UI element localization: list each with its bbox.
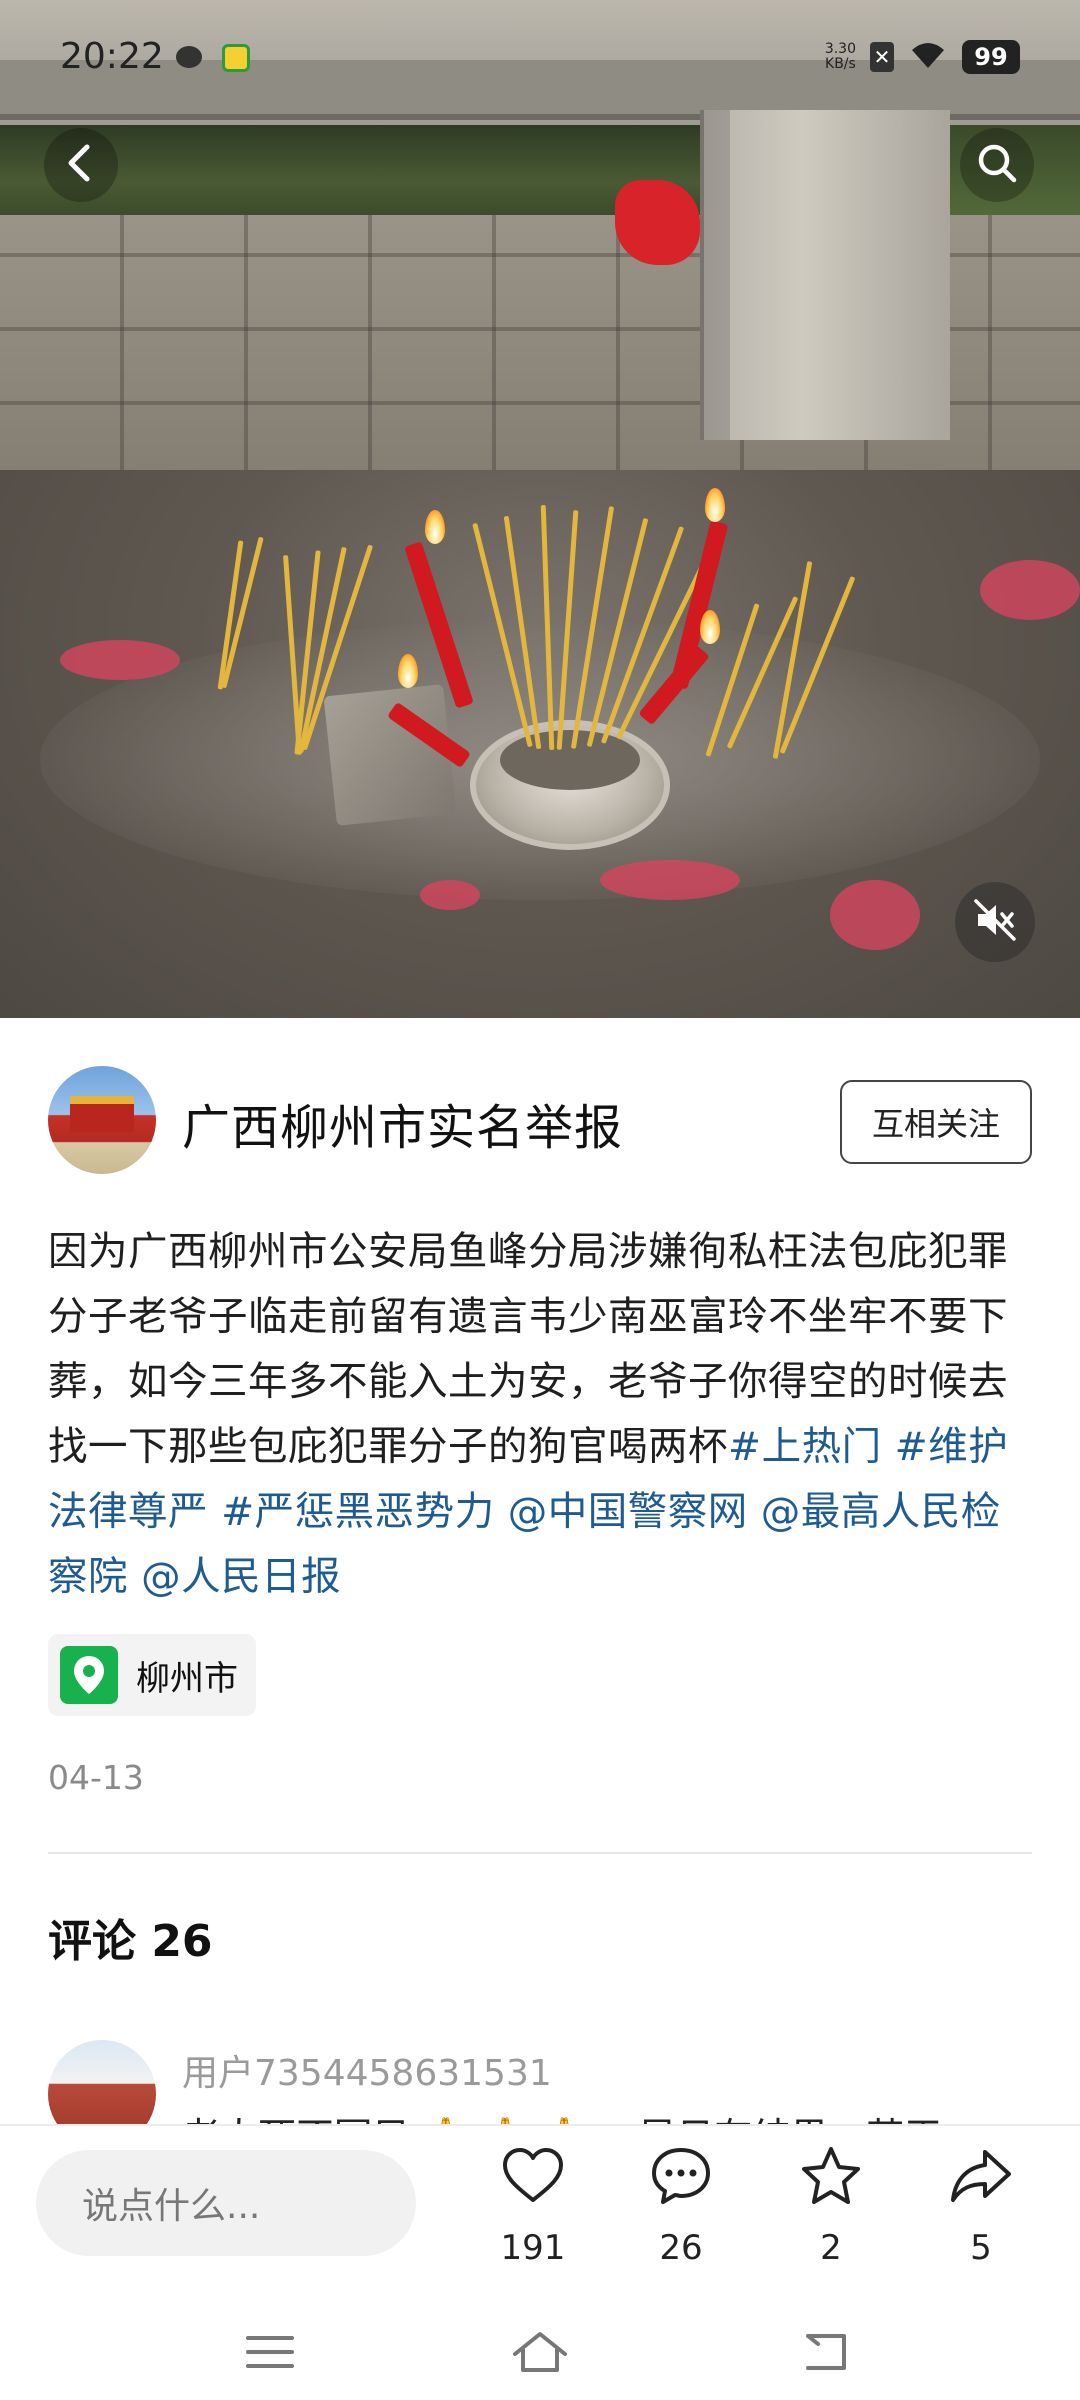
menu-nav-button[interactable] <box>240 2324 300 2384</box>
status-time: 20:22 <box>60 36 164 77</box>
commenter-name[interactable]: 用户7354458631531 <box>182 2044 552 2096</box>
mute-toggle[interactable] <box>955 882 1035 962</box>
location-label: 柳州市 <box>136 1658 238 1699</box>
wifi-icon <box>908 40 948 74</box>
back-arrow-icon <box>800 2330 852 2378</box>
back-button[interactable] <box>44 128 118 202</box>
location-pin-icon <box>60 1646 118 1704</box>
star-icon <box>799 2144 863 2212</box>
comment-button[interactable]: 26 <box>626 2144 736 2294</box>
post-detail-page: 20:22 3.30 KB/s ✕ 99 广西柳州市实名举报 互相关注 因为广西… <box>0 0 1080 2400</box>
bottom-action-bar: 说点什么... 191 26 2 5 <box>0 2124 1080 2400</box>
favorite-button[interactable]: 2 <box>776 2144 886 2294</box>
follow-button[interactable]: 互相关注 <box>840 1080 1032 1164</box>
battery-indicator: 99 <box>962 40 1020 74</box>
speaker-muted-icon <box>972 897 1018 947</box>
author-name[interactable]: 广西柳州市实名举报 <box>182 1088 623 1158</box>
comment-item[interactable]: 用户7354458631531 老人死不冥目 🙏 🙏 🙏 ，早日有结果，苍天 <box>48 2040 1032 2159</box>
heart-icon <box>501 2144 565 2212</box>
author-row: 广西柳州市实名举报 互相关注 <box>48 1066 1032 1176</box>
comment-input[interactable]: 说点什么... <box>36 2150 416 2256</box>
hashtag[interactable]: #上热门 <box>728 1424 882 1470</box>
mention[interactable]: @人民日报 <box>141 1554 341 1600</box>
post-date: 04-13 <box>48 1758 144 1797</box>
sim-off-icon: ✕ <box>870 42 894 72</box>
search-icon <box>976 142 1018 188</box>
share-arrow-icon <box>949 2144 1013 2212</box>
chevron-left-icon <box>63 143 99 187</box>
location-chip[interactable]: 柳州市 <box>48 1634 256 1716</box>
status-bar: 20:22 3.30 KB/s ✕ 99 <box>0 30 1080 86</box>
home-icon <box>511 2328 569 2380</box>
author-avatar[interactable] <box>48 1066 156 1174</box>
chat-bubble-icon <box>649 2144 713 2212</box>
comment-count: 26 <box>659 2228 703 2268</box>
menu-icon <box>246 2332 294 2376</box>
like-count: 191 <box>500 2228 566 2268</box>
home-nav-button[interactable] <box>510 2324 570 2384</box>
share-count: 5 <box>970 2228 992 2268</box>
cat-app-icon <box>176 46 202 68</box>
post-text: 因为广西柳州市公安局鱼峰分局涉嫌徇私枉法包庇犯罪分子老爷子临走前留有遗言韦少南巫… <box>48 1220 1038 1610</box>
hashtag[interactable]: #严惩黑恶势力 <box>221 1489 495 1535</box>
comments-heading: 评论 26 <box>48 1916 213 1967</box>
divider <box>48 1852 1032 1854</box>
video-player[interactable]: 20:22 3.30 KB/s ✕ 99 <box>0 0 1080 1018</box>
search-button[interactable] <box>960 128 1034 202</box>
share-button[interactable]: 5 <box>926 2144 1036 2294</box>
like-button[interactable]: 191 <box>478 2144 588 2294</box>
back-nav-button[interactable] <box>796 2324 856 2384</box>
network-speed: 3.30 KB/s <box>824 41 856 72</box>
mention[interactable]: @中国警察网 <box>508 1489 748 1535</box>
favorite-count: 2 <box>820 2228 842 2268</box>
notification-app-icon <box>222 44 250 72</box>
